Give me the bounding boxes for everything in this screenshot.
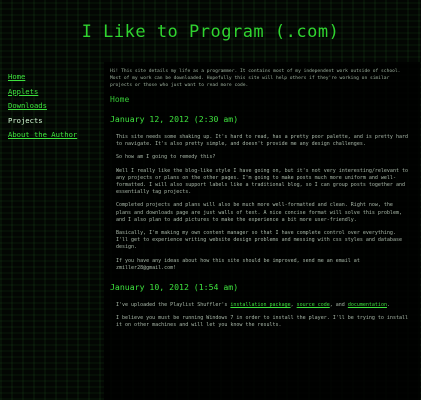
main-content: Hi! This site details my life as a progr… [104, 62, 420, 400]
source-code-link[interactable]: source code [297, 302, 330, 308]
post-text: . [386, 302, 390, 309]
post-body: I've uploaded the Playlist Shuffler's in… [116, 302, 410, 330]
blog-post: January 10, 2012 (1:54 am) I've uploaded… [104, 282, 420, 330]
nav-link-home[interactable]: Home [8, 70, 100, 85]
site-title: I Like to Program (.com) [81, 22, 340, 42]
documentation-link[interactable]: documentation [348, 302, 387, 308]
sidebar-nav: Home Applets Downloads Projects About th… [8, 70, 100, 143]
post-paragraph: So how am I going to remedy this? [116, 154, 216, 161]
nav-link-downloads[interactable]: Downloads [8, 99, 100, 114]
nav-link-about-the-author[interactable]: About the Author [8, 128, 100, 143]
installation-package-link[interactable]: installation package [230, 302, 290, 308]
post-paragraph: This site needs some shaking up. It's ha… [116, 134, 408, 148]
post-paragraph: Basically, I'm making my own content man… [116, 230, 402, 251]
post-body: This site needs some shaking up. It's ha… [116, 134, 410, 272]
post-paragraph: Completed projects and plans will also b… [116, 202, 402, 223]
post-text: , and [329, 302, 348, 309]
post-paragraph: I've uploaded the Playlist Shuffler's in… [116, 302, 410, 309]
post-date: January 12, 2012 (2:30 am) [110, 114, 239, 124]
blog-post: January 12, 2012 (2:30 am) This site nee… [104, 114, 420, 272]
post-date: January 10, 2012 (1:54 am) [110, 282, 239, 293]
post-paragraph: Well I really like the blog-like style I… [116, 167, 408, 196]
site-intro: Hi! This site details my life as a progr… [110, 69, 401, 88]
nav-link-projects[interactable]: Projects [8, 114, 100, 129]
post-text: I've uploaded the Playlist Shuffler's [116, 302, 231, 309]
page-heading: Home [110, 95, 130, 104]
nav-link-applets[interactable]: Applets [8, 85, 100, 100]
post-paragraph: I believe you must be running Windows 7 … [116, 315, 408, 329]
post-paragraph: If you have any ideas about how this sit… [116, 257, 360, 271]
